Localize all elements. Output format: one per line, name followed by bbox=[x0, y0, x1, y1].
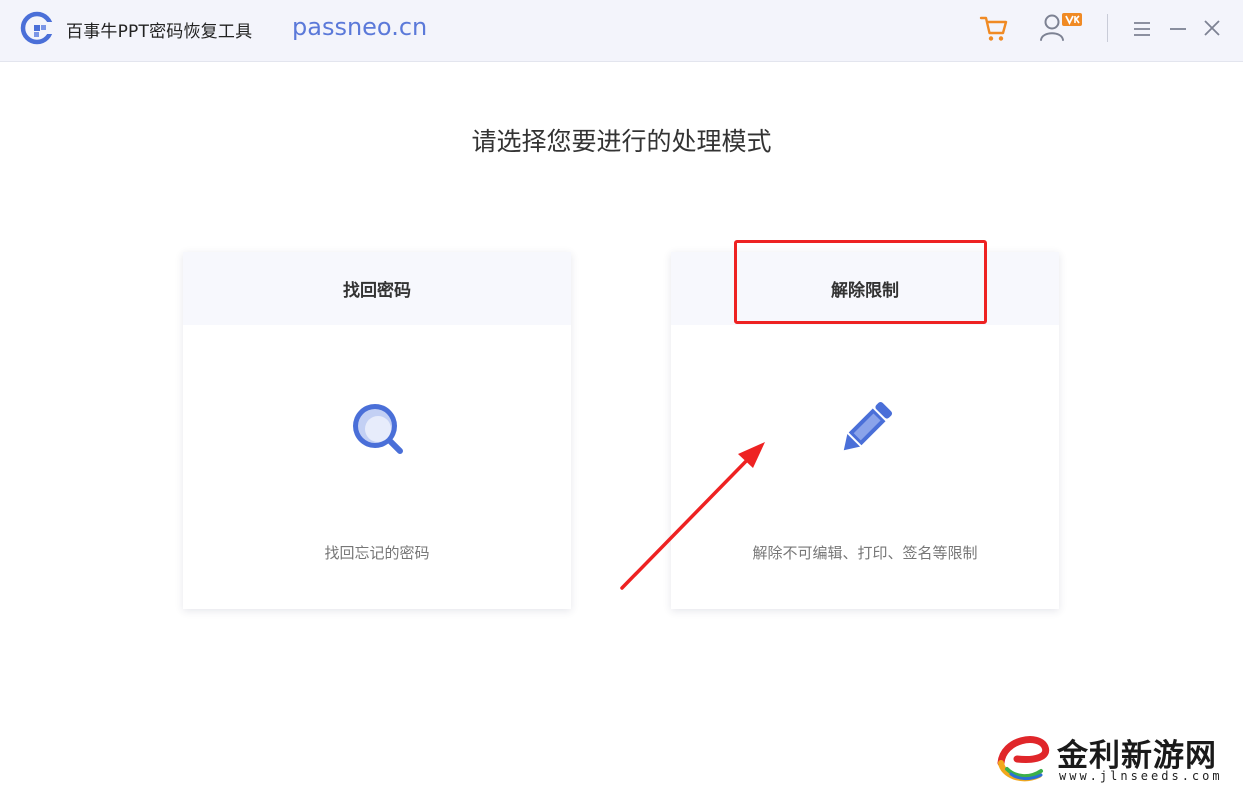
app-website: passneo.cn bbox=[292, 13, 428, 41]
minimize-icon[interactable] bbox=[1167, 18, 1189, 40]
pencil-icon bbox=[843, 401, 893, 451]
recover-password-card[interactable]: 找回密码 找回忘记的密码 bbox=[183, 252, 571, 609]
user-vip-icon[interactable] bbox=[1038, 11, 1084, 43]
page-heading: 请选择您要进行的处理模式 bbox=[471, 127, 772, 156]
highlight-box bbox=[734, 240, 987, 324]
red-arrow-icon bbox=[620, 442, 765, 590]
card-title: 找回密码 bbox=[183, 252, 571, 325]
close-icon[interactable] bbox=[1201, 17, 1223, 39]
menu-icon[interactable] bbox=[1131, 18, 1153, 40]
app-title: 百事牛PPT密码恢复工具 bbox=[66, 22, 253, 42]
app-logo-icon bbox=[20, 11, 54, 45]
watermark-logo-icon bbox=[997, 736, 1050, 782]
title-bar: 百事牛PPT密码恢复工具 passneo.cn bbox=[0, 0, 1243, 62]
cart-icon[interactable] bbox=[979, 13, 1009, 43]
watermark: 金利新游网 www.jlnseeds.com bbox=[995, 727, 1235, 785]
magnifier-icon bbox=[353, 404, 403, 454]
toolbar-divider bbox=[1107, 14, 1108, 42]
watermark-url: www.jlnseeds.com bbox=[1059, 769, 1223, 783]
card-description: 找回忘记的密码 bbox=[324, 544, 430, 562]
